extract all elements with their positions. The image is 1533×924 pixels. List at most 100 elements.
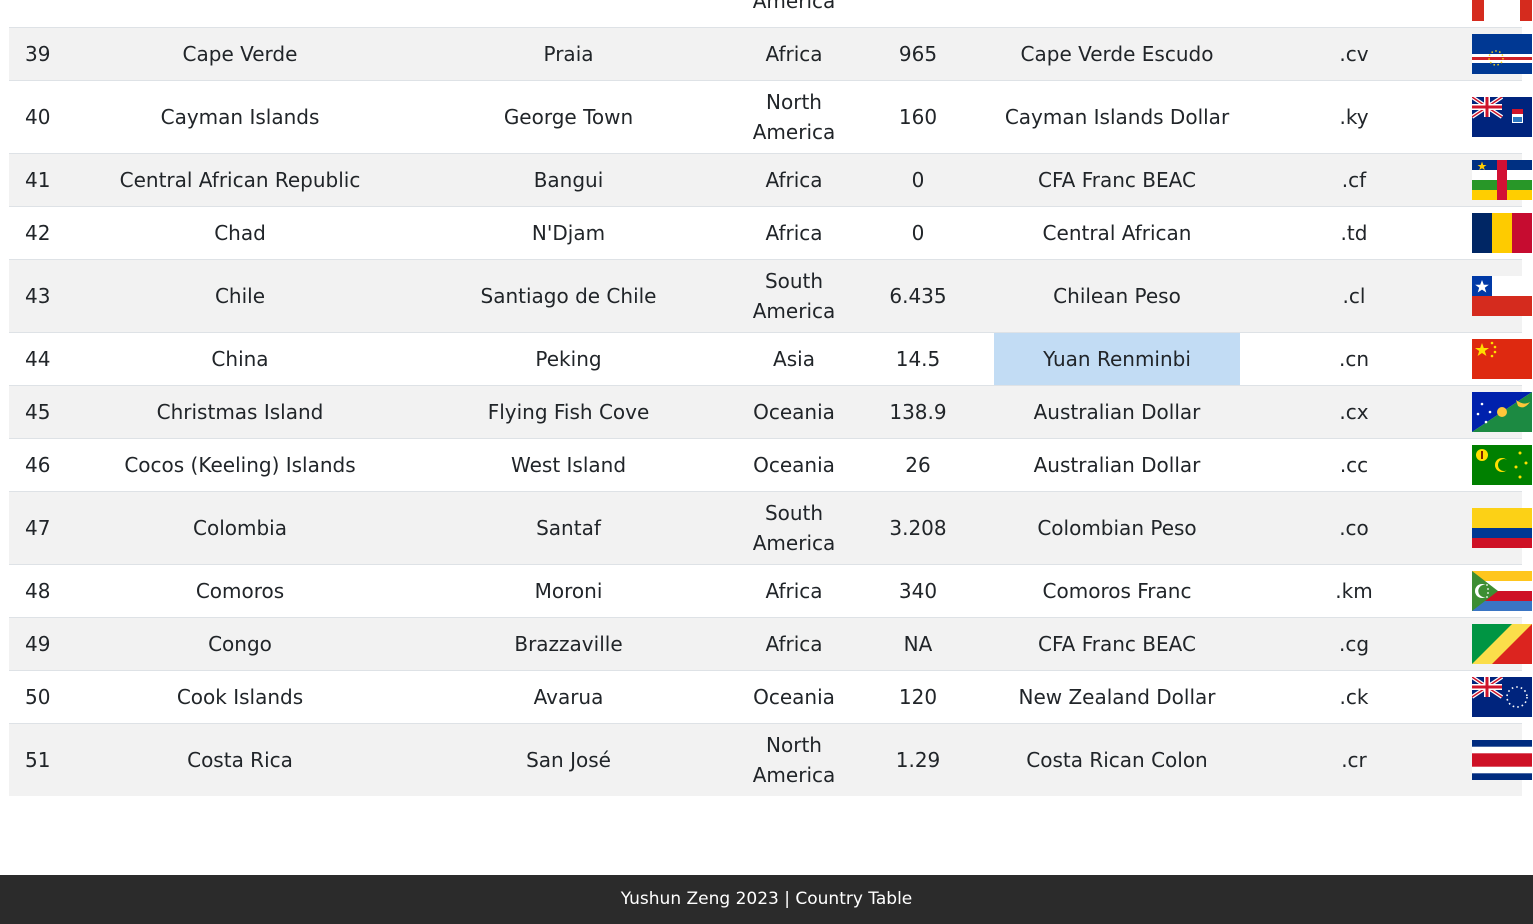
cell-area: 340 (842, 564, 994, 618)
country-table-container: America 39 Cape Verde Praia Africa 965 Cape Ve… (9, 0, 1532, 796)
cell-continent: Africa (746, 617, 842, 671)
table-row: 42 Chad N'Djam Africa 0 Central African .td (9, 206, 1532, 260)
cell-area: 1.29 (842, 723, 994, 796)
cell-continent: North America (746, 723, 842, 796)
cell-tld: .cc (1240, 438, 1468, 492)
cell-idx: 47 (9, 491, 89, 565)
cell-country: Cape Verde (89, 27, 391, 81)
table-row: 43 Chile Santiago de Chile South America 6.4… (9, 259, 1532, 333)
cell-country: Costa Rica (89, 723, 391, 796)
cell-capital: San José (391, 723, 746, 796)
table-row: 49 Congo Brazzaville Africa NA CFA Franc BEAC… (9, 617, 1532, 671)
cell-idx: 43 (9, 259, 89, 333)
cell-tld: .cl (1240, 259, 1468, 333)
cell-idx: 41 (9, 153, 89, 207)
cell-country: China (89, 332, 391, 386)
cell-continent: North America (746, 80, 842, 154)
cell-idx: 50 (9, 670, 89, 724)
cell-currency: Australian Dollar (994, 385, 1240, 439)
cell-tld: .cn (1240, 332, 1468, 386)
cell-area: 6.435 (842, 259, 994, 333)
cell-area: 3.208 (842, 491, 994, 565)
cell-currency: CFA Franc BEAC (994, 153, 1240, 207)
cell-flag (1468, 259, 1532, 333)
cell-capital: Praia (391, 27, 746, 81)
cell-capital: West Island (391, 438, 746, 492)
colombia-flag (1472, 508, 1532, 548)
table-row: 40 Cayman Islands George Town North America… (9, 80, 1532, 154)
cell-area (842, 0, 994, 28)
cell-country: Chile (89, 259, 391, 333)
cell-country (89, 0, 391, 28)
cell-idx: 45 (9, 385, 89, 439)
table-row: 39 Cape Verde Praia Africa 965 Cape Verde Esc… (9, 27, 1532, 81)
cell-flag (1468, 206, 1532, 260)
table-row: 44 China Peking Asia 14.5 Yuan Renminbi .cn (9, 332, 1532, 386)
cell-tld: .cr (1240, 723, 1468, 796)
country-table: America 39 Cape Verde Praia Africa 965 Cape Ve… (9, 0, 1532, 796)
cell-continent: Africa (746, 153, 842, 207)
cell-continent: Oceania (746, 385, 842, 439)
cell-continent: South America (746, 491, 842, 565)
cell-currency: Cayman Islands Dollar (994, 80, 1240, 154)
cell-idx: 48 (9, 564, 89, 618)
cell-currency: Comoros Franc (994, 564, 1240, 618)
cell-capital: Avarua (391, 670, 746, 724)
cell-currency: Costa Rican Colon (994, 723, 1240, 796)
cell-capital: Brazzaville (391, 617, 746, 671)
cell-capital: Bangui (391, 153, 746, 207)
cell-area: 26 (842, 438, 994, 492)
table-row: America (9, 0, 1532, 28)
table-row: 50 Cook Islands Avarua Oceania 120 New Zealan… (9, 670, 1532, 724)
cell-country: Cayman Islands (89, 80, 391, 154)
cell-currency: Chilean Peso (994, 259, 1240, 333)
cell-flag (1468, 0, 1532, 28)
cell-currency: Cape Verde Escudo (994, 27, 1240, 81)
cell-tld: .cf (1240, 153, 1468, 207)
cell-currency (994, 0, 1240, 28)
cell-continent: Africa (746, 564, 842, 618)
cape-verde-flag (1472, 34, 1532, 74)
cell-idx: 49 (9, 617, 89, 671)
cell-area: 120 (842, 670, 994, 724)
country-table-body: America 39 Cape Verde Praia Africa 965 Cape Ve… (9, 0, 1532, 796)
cell-area: 138.9 (842, 385, 994, 439)
cell-flag (1468, 27, 1532, 81)
chad-flag (1472, 213, 1532, 253)
table-row: 47 Colombia Santaf South America 3.208 Colomb… (9, 491, 1532, 565)
table-row: 46 Cocos (Keeling) Islands West Island Ocea… (9, 438, 1532, 492)
cell-idx (9, 0, 89, 28)
cell-country: Comoros (89, 564, 391, 618)
cell-area: 0 (842, 206, 994, 260)
table-row: 51 Costa Rica San José North America 1.29 Cos… (9, 723, 1532, 796)
cell-continent: Asia (746, 332, 842, 386)
partial-flag (1472, 0, 1532, 21)
cell-area: 0 (842, 153, 994, 207)
cell-continent: South America (746, 259, 842, 333)
cell-idx: 39 (9, 27, 89, 81)
cocos-islands-flag (1472, 445, 1532, 485)
cell-capital: Flying Fish Cove (391, 385, 746, 439)
cell-country: Colombia (89, 491, 391, 565)
cell-idx: 40 (9, 80, 89, 154)
christmas-island-flag (1472, 392, 1532, 432)
cell-flag (1468, 153, 1532, 207)
cell-continent: Oceania (746, 438, 842, 492)
cayman-islands-flag (1472, 97, 1532, 137)
cell-currency-selected: Yuan Renminbi (994, 332, 1240, 386)
page-footer: Yushun Zeng 2023 | Country Table (0, 875, 1533, 924)
cell-tld: .km (1240, 564, 1468, 618)
cell-flag (1468, 723, 1532, 796)
cell-currency: CFA Franc BEAC (994, 617, 1240, 671)
cell-country: Christmas Island (89, 385, 391, 439)
cell-capital: N'Djam (391, 206, 746, 260)
cell-capital: Santiago de Chile (391, 259, 746, 333)
cell-currency: Central African (994, 206, 1240, 260)
cell-currency: New Zealand Dollar (994, 670, 1240, 724)
cell-continent: America (746, 0, 842, 28)
cell-country: Cook Islands (89, 670, 391, 724)
cell-flag (1468, 80, 1532, 154)
cell-tld: .ky (1240, 80, 1468, 154)
cell-idx: 42 (9, 206, 89, 260)
cook-islands-flag (1472, 677, 1532, 717)
